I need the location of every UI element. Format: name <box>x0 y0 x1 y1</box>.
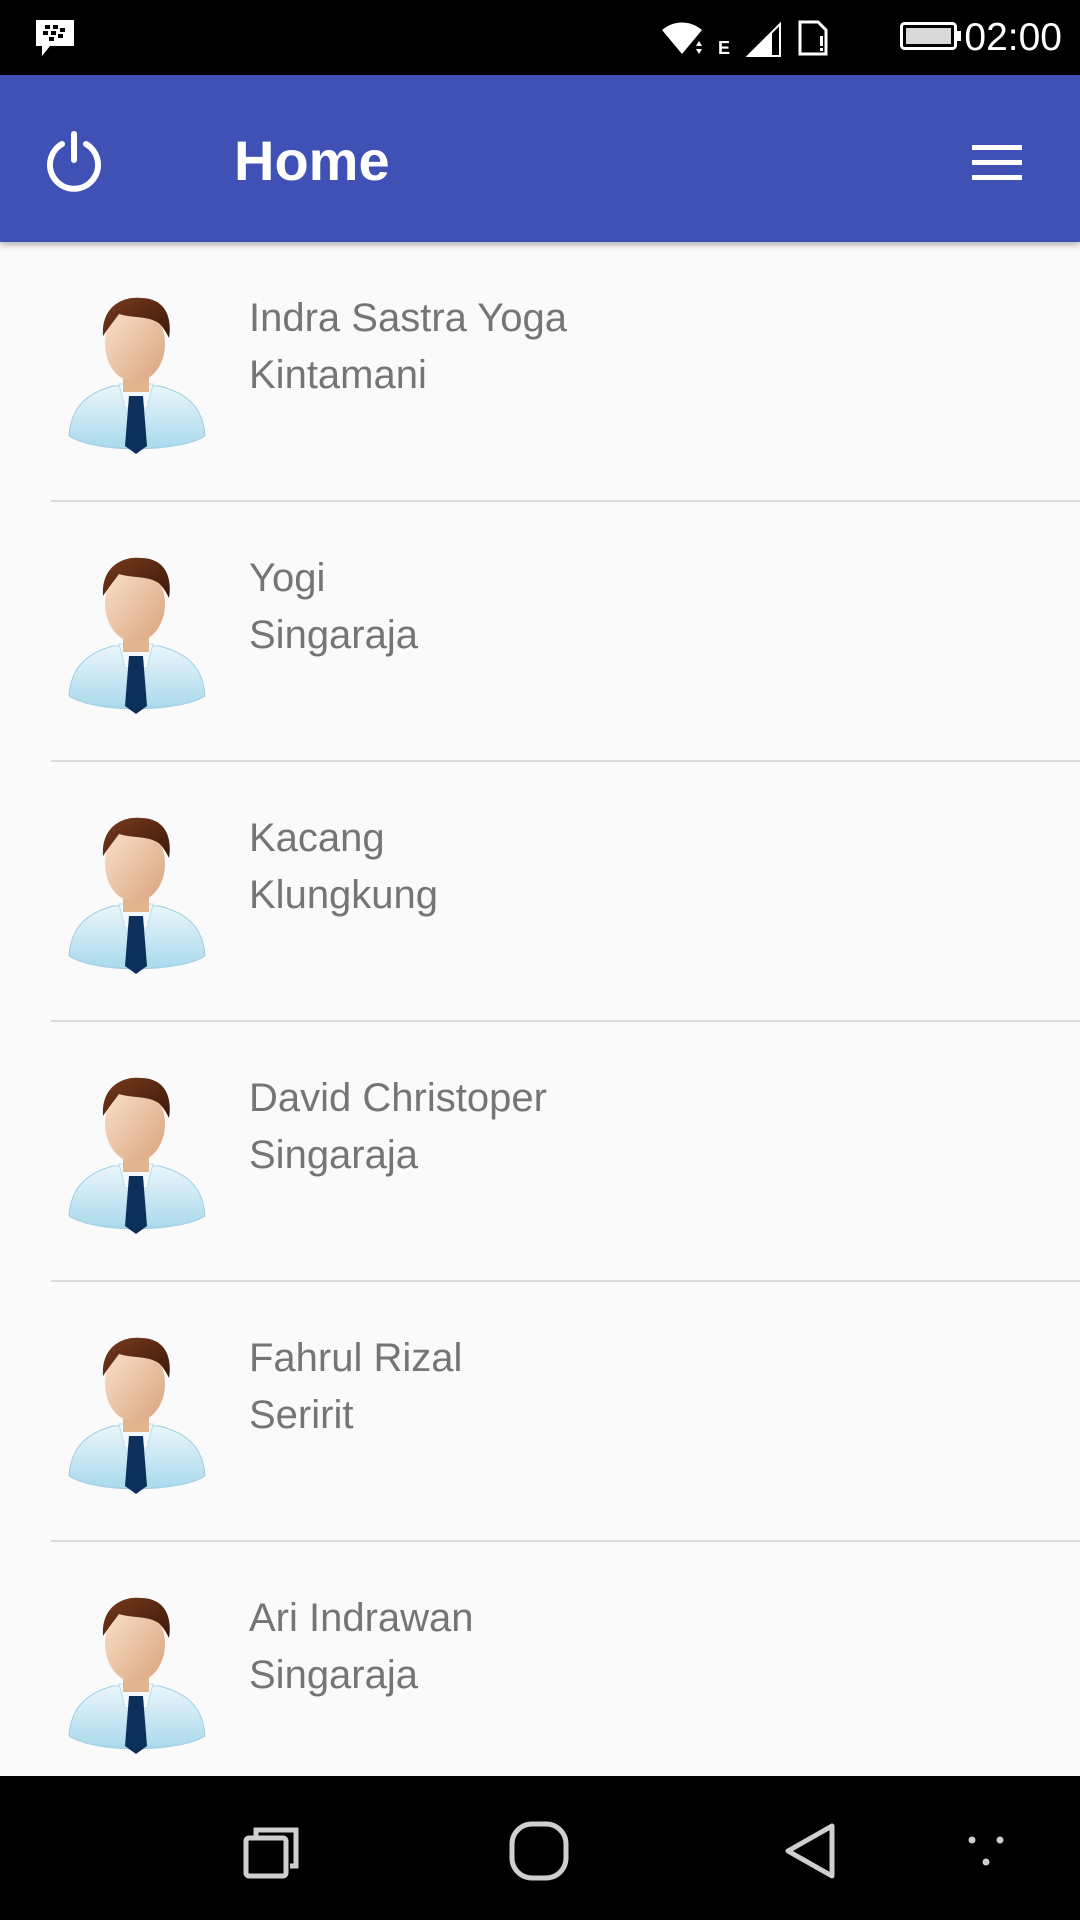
user-name: David Christoper <box>249 1076 547 1120</box>
page-title: Home <box>234 129 390 192</box>
app-bar: Home <box>0 75 1080 242</box>
user-city: Singaraja <box>249 1133 419 1177</box>
list-item[interactable]: Ari Indrawan Singaraja <box>51 1542 1080 1776</box>
mobile-data-icon: E <box>718 38 730 58</box>
sim-icon <box>798 20 828 56</box>
avatar <box>61 1326 211 1496</box>
avatar <box>61 1586 211 1756</box>
power-icon[interactable] <box>42 130 106 194</box>
avatar <box>61 286 211 456</box>
user-list: Indra Sastra Yoga Kintamani Yogi Singara… <box>0 242 1080 1776</box>
user-name: Kacang <box>249 816 385 860</box>
battery-icon <box>900 22 961 50</box>
menu-icon[interactable] <box>968 141 1026 185</box>
user-name: Yogi <box>249 556 326 600</box>
bbm-notification-icon <box>36 20 74 56</box>
signal-icon <box>746 21 781 57</box>
user-city: Klungkung <box>249 873 439 917</box>
list-item[interactable]: David Christoper Singaraja <box>51 1022 1080 1282</box>
navigation-bar <box>0 1776 1080 1920</box>
user-name: Fahrul Rizal <box>249 1336 463 1380</box>
user-name: Indra Sastra Yoga <box>249 296 568 340</box>
user-city: Singaraja <box>249 613 419 657</box>
avatar <box>61 806 211 976</box>
system-icons: E <box>660 16 830 60</box>
user-city: Seririt <box>249 1393 354 1437</box>
avatar <box>61 1066 211 1236</box>
user-city: Singaraja <box>249 1653 419 1697</box>
user-city: Kintamani <box>249 353 427 397</box>
list-item[interactable]: Yogi Singaraja <box>51 502 1080 762</box>
list-item[interactable]: Indra Sastra Yoga Kintamani <box>51 242 1080 502</box>
wifi-icon <box>662 22 702 54</box>
list-item[interactable]: Fahrul Rizal Seririt <box>51 1282 1080 1542</box>
list-item[interactable]: Kacang Klungkung <box>51 762 1080 1022</box>
back-icon[interactable] <box>780 1820 838 1882</box>
home-icon[interactable] <box>508 1820 570 1882</box>
more-icon[interactable] <box>964 1832 1008 1872</box>
status-clock: 02:00 <box>964 16 1062 59</box>
avatar <box>61 546 211 716</box>
user-name: Ari Indrawan <box>249 1596 474 1640</box>
status-bar: E 02:00 <box>0 0 1080 75</box>
recents-icon[interactable] <box>242 1824 302 1880</box>
svg-text:E: E <box>718 38 730 58</box>
